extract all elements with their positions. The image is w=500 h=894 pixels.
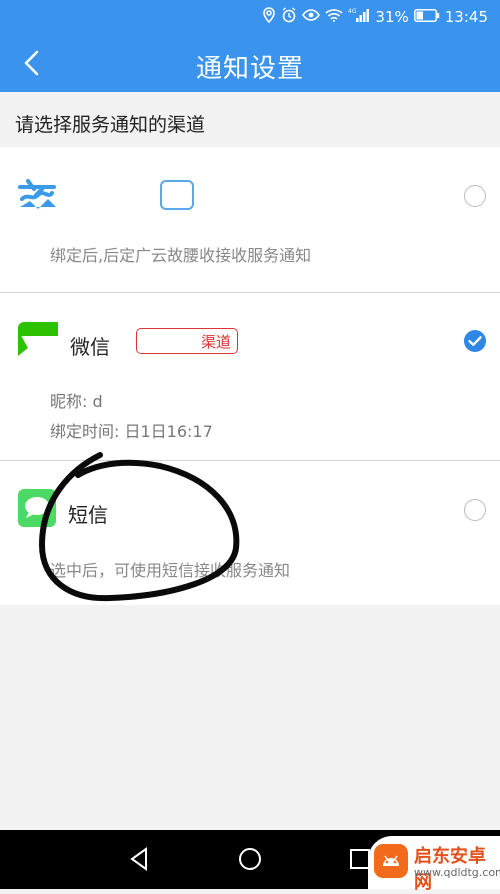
network-type: 4G [348,8,357,15]
page-title: 通知设置 [195,54,304,84]
channel-wechat-badge-text: 渠道 [200,333,231,351]
channel-wechat-bind-time: 绑定时间: 日1日16:17 [50,422,213,441]
radio-channel-app[interactable] [464,185,486,207]
clock: 13:45 [444,8,488,26]
channel-wechat-name: 微信 [70,335,110,359]
channel-wechat-badge: 渠道 [136,328,238,354]
radio-channel-sms[interactable] [464,499,486,521]
sms-logo-icon [18,489,56,527]
status-icons: 4G 31% 13:45 [262,7,488,27]
channel-sms[interactable]: 短信 选中后，可使用短信接收服务通知 [0,461,500,605]
nav-back-button[interactable] [125,844,155,874]
watermark-url: www.qdldtg.com [414,866,500,879]
eye-icon [302,8,321,26]
triangle-back-icon [130,847,147,871]
status-bar: 4G 31% 13:45 [0,0,500,34]
alarm-icon [281,7,297,27]
location-icon [262,7,276,27]
channel-sms-name: 短信 [68,503,108,527]
signal-icon: 4G [348,7,370,27]
wechat-logo-icon [18,322,58,362]
nav-home-button[interactable] [235,844,265,874]
watermark: 启东安卓网 www.qdldtg.com [368,836,500,893]
radio-channel-wechat[interactable] [464,330,486,352]
app-logo-icon [18,177,56,215]
battery-percent: 31% [375,8,409,26]
channel-sms-desc: 选中后，可使用短信接收服务通知 [50,561,291,580]
watermark-logo-icon [374,844,408,878]
channel-app[interactable]: 绑定后,后定广云故腰收接收服务通知 [0,147,500,293]
channel-app-desc: 绑定后,后定广云故腰收接收服务通知 [50,246,312,265]
section-prompt: 请选择服务通知的渠道 [15,114,206,136]
section-header: 请选择服务通知的渠道 [0,92,500,147]
channel-wechat[interactable]: 微信 渠道 昵称: d 绑定时间: 日1日16:17 [0,293,500,461]
app-badge [160,180,194,210]
battery-icon [413,8,440,26]
channel-wechat-nickname: 昵称: d [50,392,103,411]
app-bar: 通知设置 [0,34,500,92]
checkmark-icon [468,336,482,346]
wifi-icon [325,8,343,26]
circle-home-icon [239,848,261,870]
